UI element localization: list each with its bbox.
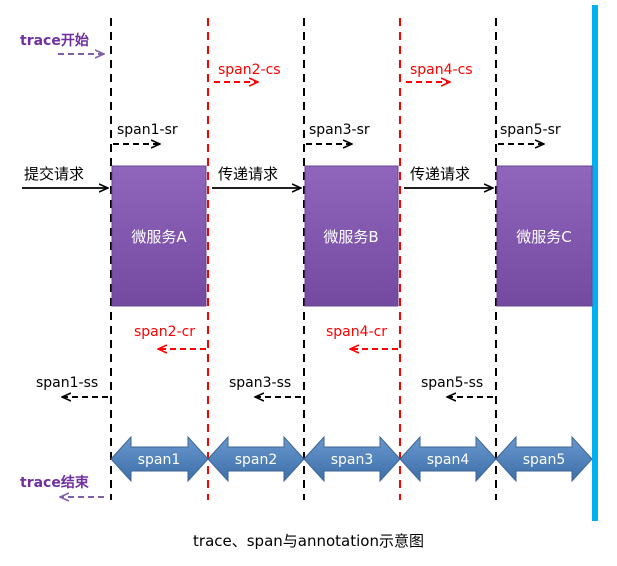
diagram-caption: trace、span与annotation示意图 (193, 532, 424, 550)
span4-cs-label: span4-cs (410, 62, 473, 78)
span-arrow-4: span4 (399, 435, 497, 483)
span-arrow-1: span1 (110, 435, 209, 483)
service-box-c: 微服务C (496, 165, 593, 307)
trace-end-label: trace结束 (20, 474, 90, 491)
span3-sr-label: span3-sr (309, 122, 370, 138)
span-label-5: span5 (523, 452, 566, 468)
span2-cr-label: span2-cr (134, 324, 195, 340)
span-arrow-2: span2 (207, 435, 305, 483)
timeline-bar (592, 5, 598, 521)
service-label-b: 微服务B (323, 228, 378, 246)
span5-ss-label: span5-ss (421, 375, 483, 391)
service-label-a: 微服务A (131, 228, 187, 246)
span-label-1: span1 (138, 452, 181, 468)
span2-cs-label: span2-cs (218, 62, 281, 78)
span-arrow-3: span3 (303, 435, 401, 483)
span1-sr-label: span1-sr (117, 122, 178, 138)
request-label-b: 传递请求 (218, 165, 278, 183)
service-box-b: 微服务B (304, 165, 399, 307)
span3-ss-label: span3-ss (229, 375, 291, 391)
span-label-4: span4 (427, 452, 470, 468)
diagram-canvas: trace开始 trace结束 span2-cs span4-cs span1-… (0, 0, 617, 561)
service-label-c: 微服务C (516, 228, 571, 246)
request-label-c: 传递请求 (410, 165, 470, 183)
span-arrow-5: span5 (495, 435, 593, 483)
request-label-a: 提交请求 (24, 165, 84, 183)
service-box-a: 微服务A (111, 165, 207, 307)
span-label-3: span3 (331, 452, 374, 468)
trace-span-diagram: trace开始 trace结束 span2-cs span4-cs span1-… (20, 5, 598, 521)
trace-start-label: trace开始 (20, 32, 89, 49)
span-label-2: span2 (235, 452, 278, 468)
span1-ss-label: span1-ss (36, 375, 98, 391)
span5-sr-label: span5-sr (500, 122, 561, 138)
span4-cr-label: span4-cr (326, 324, 387, 340)
